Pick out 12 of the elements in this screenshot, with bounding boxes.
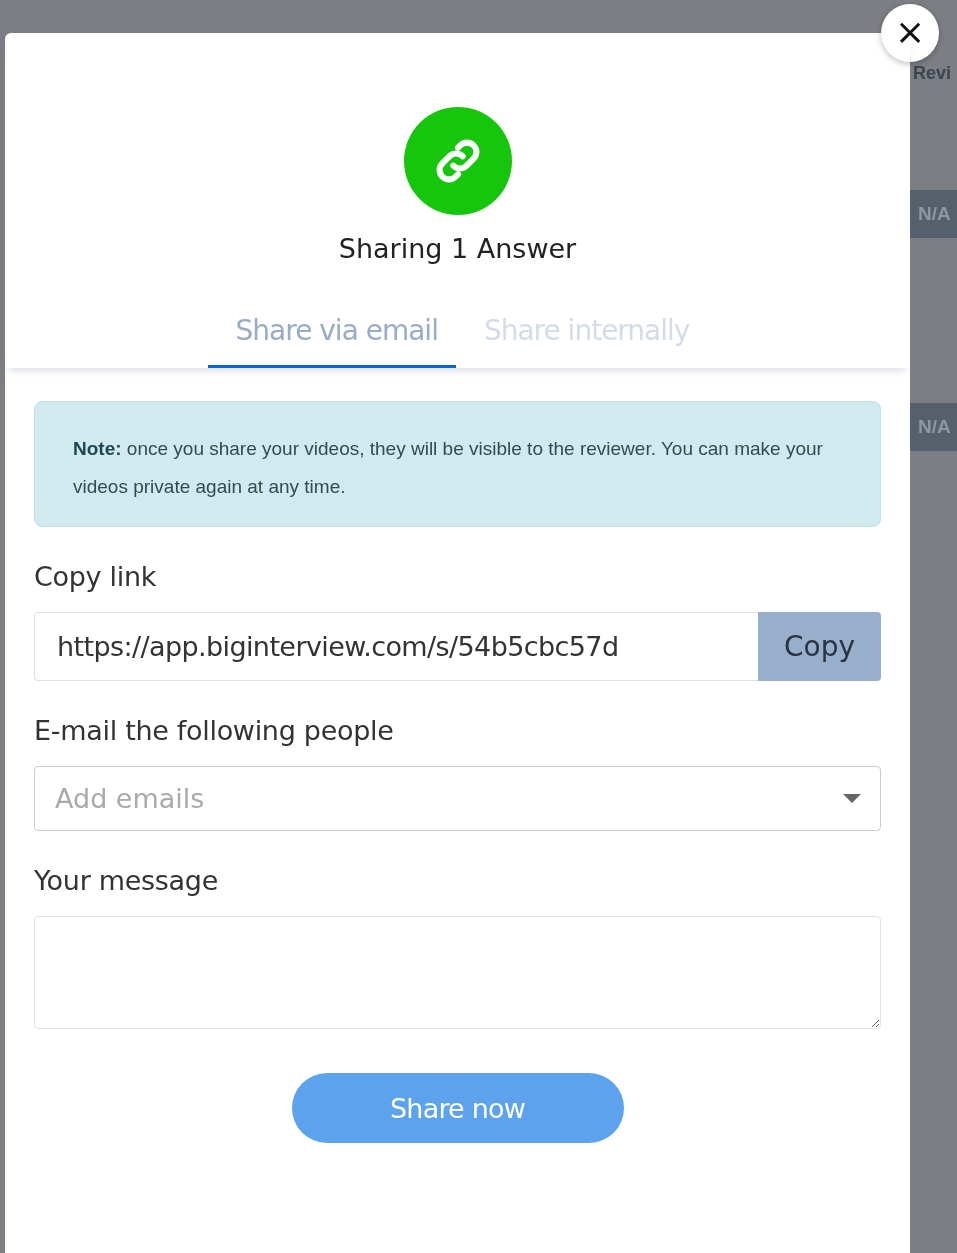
message-field[interactable] [34, 916, 881, 1029]
field-label: E-mail the following people [34, 715, 395, 746]
caret-icon [843, 794, 861, 803]
note-text: Note: once you share your videos, they will be visible to the reviewer. You can make your videos private again at any time. [34, 401, 881, 527]
email-field[interactable]: Add emails [34, 766, 881, 831]
field-label: Your message [34, 865, 219, 896]
link-field[interactable]: https://app.biginterview.com/s/54b5cbc57d [34, 612, 758, 681]
copy-button[interactable]: Copy [758, 612, 881, 681]
field-label: Copy link [34, 561, 158, 592]
column-header: Revi [912, 63, 953, 84]
close-button[interactable]: × [881, 4, 939, 62]
dialog-title: Sharing 1 Answer [338, 233, 577, 264]
